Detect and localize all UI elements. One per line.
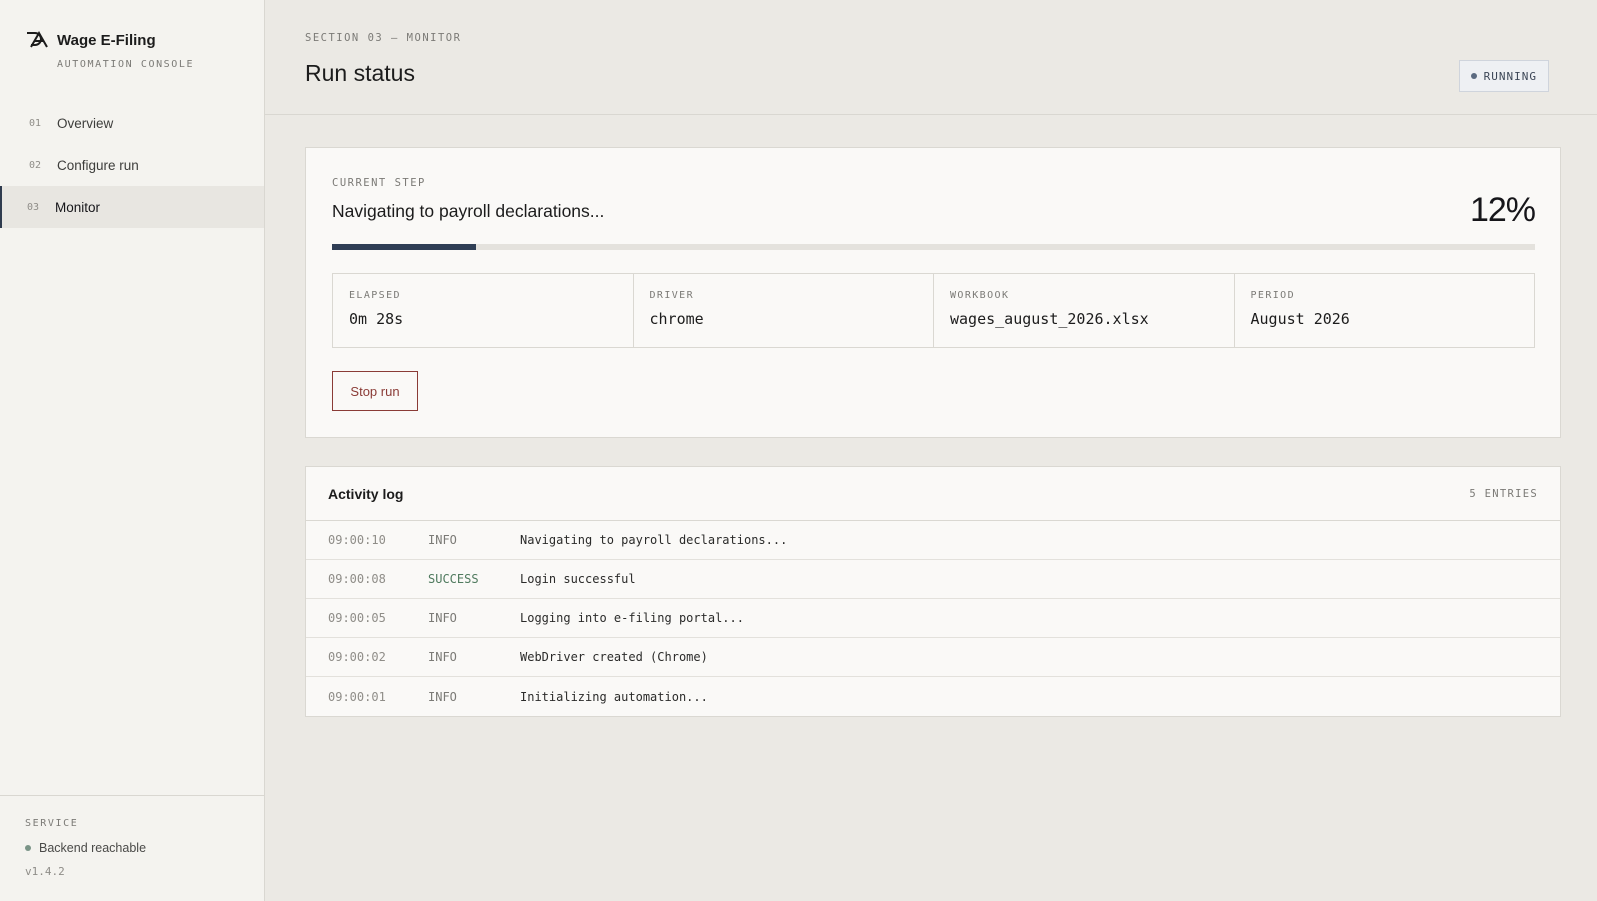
service-panel: SERVICE Backend reachable v1.4.2 bbox=[0, 795, 264, 901]
sidebar-item-configure-run[interactable]: 02 Configure run bbox=[0, 144, 264, 186]
log-entry: 09:00:08 SUCCESS Login successful bbox=[306, 560, 1560, 599]
log-entry-count: 5 ENTRIES bbox=[1469, 487, 1538, 500]
section-label: SECTION 03 — MONITOR bbox=[305, 32, 462, 44]
version-label: v1.4.2 bbox=[25, 865, 65, 878]
log-message: WebDriver created (Chrome) bbox=[520, 650, 708, 664]
progress-bar bbox=[332, 244, 1535, 250]
log-message: Initializing automation... bbox=[520, 689, 708, 704]
service-status-text: Backend reachable bbox=[39, 841, 147, 855]
status-dot-icon bbox=[1470, 73, 1477, 79]
meta-value: August 2026 bbox=[1250, 310, 1350, 328]
sidebar-item-monitor[interactable]: 03 Monitor bbox=[0, 186, 264, 228]
sidebar-item-overview[interactable]: 01 Overview bbox=[0, 102, 264, 144]
meta-label: DRIVER bbox=[649, 290, 695, 301]
log-level: INFO bbox=[428, 650, 457, 664]
brand: Wage E-Filing AUTOMATION CONSOLE bbox=[25, 30, 194, 70]
progress-percent: 12% bbox=[1469, 191, 1536, 229]
log-message: Navigating to payroll declarations... bbox=[520, 533, 788, 547]
meta-workbook: WORKBOOK wages_august_2026.xlsx bbox=[934, 274, 1235, 347]
log-level: INFO bbox=[428, 611, 457, 625]
meta-label: PERIOD bbox=[1250, 290, 1296, 301]
sidebar: Wage E-Filing AUTOMATION CONSOLE 01 Over… bbox=[0, 0, 265, 901]
logo-icon bbox=[27, 30, 48, 48]
meta-value: wages_august_2026.xlsx bbox=[950, 310, 1149, 328]
log-time: 09:00:08 bbox=[328, 572, 386, 586]
log-entry: 09:00:01 INFO Initializing automation... bbox=[306, 677, 1560, 716]
stop-run-button[interactable]: Stop run bbox=[332, 371, 418, 411]
activity-log-card: Activity log 5 ENTRIES 09:00:10 INFO Nav… bbox=[305, 466, 1561, 717]
status-dot-icon bbox=[25, 845, 31, 851]
log-level: INFO bbox=[428, 533, 457, 547]
sidebar-item-label: Configure run bbox=[57, 157, 139, 173]
page-header: SECTION 03 — MONITOR Run status RUNNING bbox=[265, 0, 1597, 115]
meta-value: 0m 28s bbox=[349, 310, 404, 328]
meta-elapsed: ELAPSED 0m 28s bbox=[333, 274, 634, 347]
page-title: Run status bbox=[305, 60, 415, 86]
progress-bar-fill bbox=[332, 244, 477, 250]
service-label: SERVICE bbox=[25, 818, 79, 829]
app-subtitle: AUTOMATION CONSOLE bbox=[57, 59, 195, 70]
activity-log-header: Activity log 5 ENTRIES bbox=[306, 467, 1560, 521]
meta-driver: DRIVER chrome bbox=[634, 274, 934, 347]
status-badge: RUNNING bbox=[1458, 60, 1549, 92]
log-time: 09:00:02 bbox=[328, 650, 386, 664]
log-entry: 09:00:05 INFO Logging into e-filing port… bbox=[306, 599, 1560, 638]
log-time: 09:00:05 bbox=[328, 611, 386, 625]
current-step-label: CURRENT STEP bbox=[332, 177, 426, 189]
current-step-card: CURRENT STEP Navigating to payroll decla… bbox=[305, 147, 1561, 438]
current-step-text: Navigating to payroll declarations... bbox=[332, 201, 605, 221]
run-meta-grid: ELAPSED 0m 28s DRIVER chrome WORKBOOK wa… bbox=[332, 273, 1535, 348]
sidebar-item-label: Overview bbox=[57, 115, 114, 131]
status-badge-text: RUNNING bbox=[1483, 69, 1537, 83]
nav-number: 03 bbox=[27, 201, 40, 213]
sidebar-item-label: Monitor bbox=[55, 199, 101, 215]
log-entry: 09:00:10 INFO Navigating to payroll decl… bbox=[306, 521, 1560, 560]
activity-log-title: Activity log bbox=[328, 485, 404, 502]
service-status: Backend reachable bbox=[25, 841, 239, 855]
log-level: SUCCESS bbox=[428, 572, 479, 586]
log-entry: 09:00:02 INFO WebDriver created (Chrome) bbox=[306, 638, 1560, 677]
app-title: Wage E-Filing bbox=[57, 31, 156, 49]
log-time: 09:00:10 bbox=[328, 533, 386, 547]
sidebar-nav: 01 Overview 02 Configure run 03 Monitor bbox=[0, 102, 264, 228]
nav-number: 02 bbox=[29, 159, 42, 171]
meta-period: PERIOD August 2026 bbox=[1235, 274, 1535, 347]
meta-label: ELAPSED bbox=[349, 290, 401, 301]
log-message: Logging into e-filing portal... bbox=[520, 611, 744, 625]
meta-label: WORKBOOK bbox=[950, 290, 1010, 301]
log-level: INFO bbox=[428, 689, 457, 704]
log-time: 09:00:01 bbox=[328, 689, 386, 704]
log-message: Login successful bbox=[520, 572, 636, 586]
nav-number: 01 bbox=[29, 117, 42, 129]
meta-value: chrome bbox=[649, 310, 704, 328]
